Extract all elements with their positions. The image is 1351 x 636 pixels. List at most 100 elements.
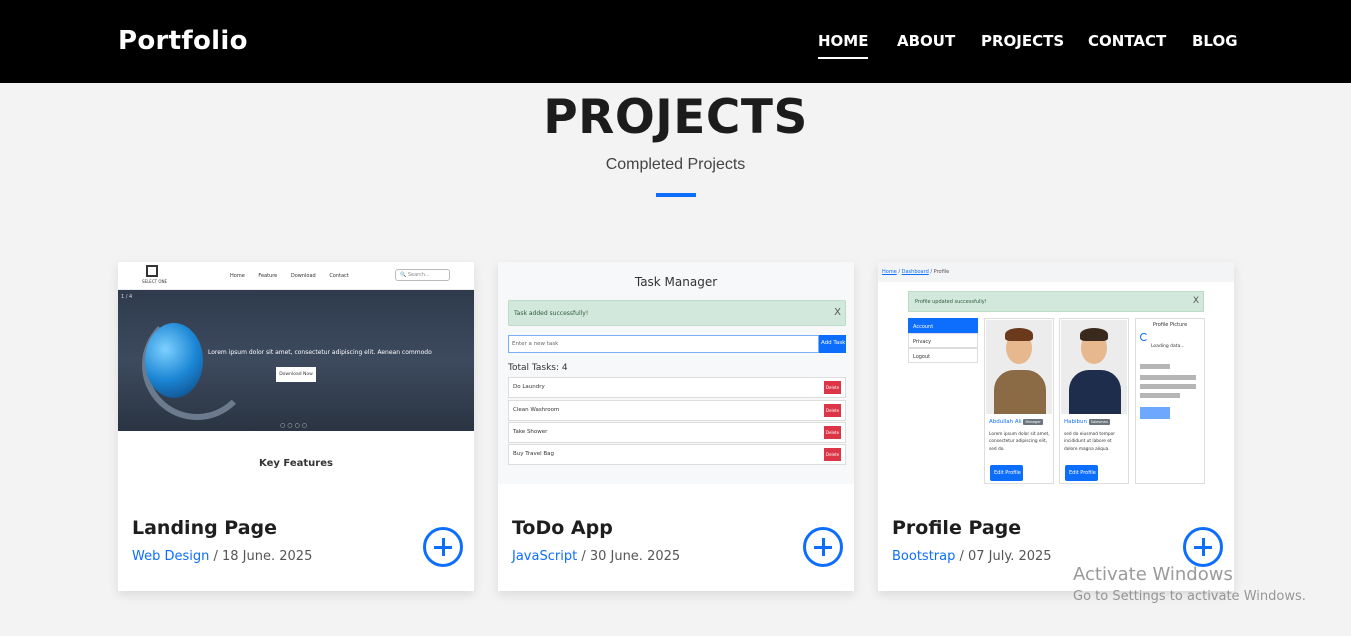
spinner-icon xyxy=(1140,333,1148,341)
thumb-edit-profile-button: Edit Profile xyxy=(990,465,1023,481)
alert-text: Profile updated successfully! xyxy=(915,299,987,305)
project-date: / 30 June. 2025 xyxy=(581,549,681,564)
carousel-dots: ○○○○ xyxy=(280,422,309,429)
project-card-profile: Home / Dashboard / Profile Profile updat… xyxy=(878,262,1234,591)
skeleton-bar xyxy=(1140,384,1196,389)
project-date: / 07 July. 2025 xyxy=(959,549,1052,564)
thumb-hero-text: Lorem ipsum dolor sit amet, consectetur … xyxy=(208,349,432,356)
title-divider xyxy=(656,193,696,197)
avatar xyxy=(986,320,1052,414)
project-meta: Bootstrap / 07 July. 2025 xyxy=(892,549,1052,564)
plus-circle-icon[interactable] xyxy=(1183,527,1223,567)
thumb-edit-profile-button: Edit Profile xyxy=(1065,465,1098,481)
section-title: PROJECTS xyxy=(543,90,808,145)
project-category-link[interactable]: JavaScript xyxy=(512,549,577,564)
panel-title: Profile Picture xyxy=(1152,322,1188,328)
breadcrumb-dashboard: Dashboard xyxy=(901,269,929,275)
thumb-app-title: Task Manager xyxy=(634,275,718,289)
thumb-logo-text: SELECT ONE xyxy=(142,279,167,284)
user-description: Lorem ipsum dolor sit amet, consectetur … xyxy=(989,432,1050,452)
project-category-link[interactable]: Web Design xyxy=(132,549,209,564)
thumb-nav-link: Home xyxy=(230,273,245,279)
nav-blog[interactable]: BLOG xyxy=(1192,32,1238,50)
loading-text: Loading data... xyxy=(1151,344,1185,349)
skeleton-bar xyxy=(1140,375,1196,380)
project-title: Profile Page xyxy=(892,517,1022,539)
task-label: Take Shower xyxy=(513,429,548,435)
section-subtitle: Completed Projects xyxy=(605,156,746,173)
thumb-user-card: Habibun Salesman sed do eiusmod tempor i… xyxy=(1059,318,1129,484)
thumb-task-row: Take Shower Delete xyxy=(508,422,846,443)
thumb-delete-button: Delete xyxy=(824,448,841,461)
thumb-nav-link: Contact xyxy=(329,273,349,279)
globe-icon xyxy=(145,323,203,398)
plus-circle-icon[interactable] xyxy=(803,527,843,567)
avatar xyxy=(1061,320,1127,414)
skeleton-button xyxy=(1140,407,1170,419)
thumb-nav-link: Download xyxy=(290,273,316,279)
task-label: Do Laundry xyxy=(513,384,545,390)
project-title: ToDo App xyxy=(512,517,613,539)
breadcrumb-current: / Profile xyxy=(930,269,950,275)
thumb-user-card: Abdullah Ali Manager Lorem ipsum dolor s… xyxy=(984,318,1054,484)
nav-projects[interactable]: PROJECTS xyxy=(981,32,1064,50)
thumb-task-input: Enter a new task xyxy=(508,335,819,353)
brand-logo[interactable]: Portfolio xyxy=(118,26,248,56)
breadcrumb-home: Home xyxy=(882,269,897,275)
thumb-hero: 1 / 4 Lorem ipsum dolor sit amet, consec… xyxy=(118,290,474,431)
user-name: Habibun Salesman xyxy=(1064,419,1110,425)
skeleton-bar xyxy=(1140,393,1180,398)
thumb-nav-link: Feature xyxy=(258,273,278,279)
task-label: Buy Travel Bag xyxy=(513,451,554,457)
project-card-landing: SELECT ONE Home Feature Download Contact… xyxy=(118,262,474,591)
project-thumbnail[interactable]: Task Manager Task added successfully! X … xyxy=(498,262,854,484)
project-meta: JavaScript / 30 June. 2025 xyxy=(512,549,680,564)
project-title: Landing Page xyxy=(132,517,278,539)
project-card-todo: Task Manager Task added successfully! X … xyxy=(498,262,854,591)
monitor-icon xyxy=(146,265,158,277)
thumb-task-row: Clean Washroom Delete xyxy=(508,400,846,421)
thumb-task-row: Do Laundry Delete xyxy=(508,377,846,398)
thumb-breadcrumb: Home / Dashboard / Profile xyxy=(878,262,1234,282)
close-icon: X xyxy=(1192,296,1199,306)
thumb-add-button: Add Task xyxy=(819,335,846,353)
thumb-section-heading: Key Features xyxy=(259,458,333,469)
thumb-task-row: Buy Travel Bag Delete xyxy=(508,444,846,465)
plus-circle-icon[interactable] xyxy=(423,527,463,567)
avatar-hair xyxy=(1080,328,1108,341)
alert-text: Task added successfully! xyxy=(514,310,589,317)
project-thumbnail[interactable]: SELECT ONE Home Feature Download Contact… xyxy=(118,262,474,484)
thumb-slide-counter: 1 / 4 xyxy=(121,294,133,300)
skeleton-bar xyxy=(1140,364,1170,369)
thumb-side-menu: Account Privacy Logout xyxy=(908,318,978,363)
nav-about[interactable]: ABOUT xyxy=(897,32,955,50)
thumb-navbar: SELECT ONE Home Feature Download Contact… xyxy=(118,262,474,290)
avatar-body xyxy=(1069,370,1121,414)
thumb-success-alert: Task added successfully! X xyxy=(508,300,846,326)
task-label: Clean Washroom xyxy=(513,407,560,413)
user-name: Abdullah Ali Manager xyxy=(989,419,1043,425)
thumb-total-tasks: Total Tasks: 4 xyxy=(508,363,568,373)
project-category-link[interactable]: Bootstrap xyxy=(892,549,955,564)
thumb-download-button: Download Now xyxy=(276,367,316,382)
thumb-nav-links: Home Feature Download Contact xyxy=(230,273,361,279)
thumb-profile-picture-panel: Profile Picture Loading data... xyxy=(1135,318,1205,484)
navbar: Portfolio HOME ABOUT PROJECTS CONTACT BL… xyxy=(0,0,1351,83)
project-date: / 18 June. 2025 xyxy=(213,549,313,564)
menu-item: Privacy xyxy=(908,333,978,348)
menu-item: Account xyxy=(908,318,978,333)
avatar-hair xyxy=(1005,328,1033,341)
thumb-delete-button: Delete xyxy=(824,381,841,394)
avatar-body xyxy=(994,370,1046,414)
nav-home[interactable]: HOME xyxy=(818,32,869,59)
activate-windows-watermark: Activate Windows xyxy=(1073,564,1233,585)
close-icon: X xyxy=(834,307,841,318)
nav-contact[interactable]: CONTACT xyxy=(1088,32,1166,50)
thumb-delete-button: Delete xyxy=(824,404,841,417)
activate-windows-hint: Go to Settings to activate Windows. xyxy=(1073,589,1306,604)
user-description: sed do eiusmod tempor incididunt ut labo… xyxy=(1064,432,1116,452)
thumb-search: 🔍 Search... xyxy=(395,269,450,281)
project-meta: Web Design / 18 June. 2025 xyxy=(132,549,312,564)
thumb-delete-button: Delete xyxy=(824,426,841,439)
project-thumbnail[interactable]: Home / Dashboard / Profile Profile updat… xyxy=(878,262,1234,484)
